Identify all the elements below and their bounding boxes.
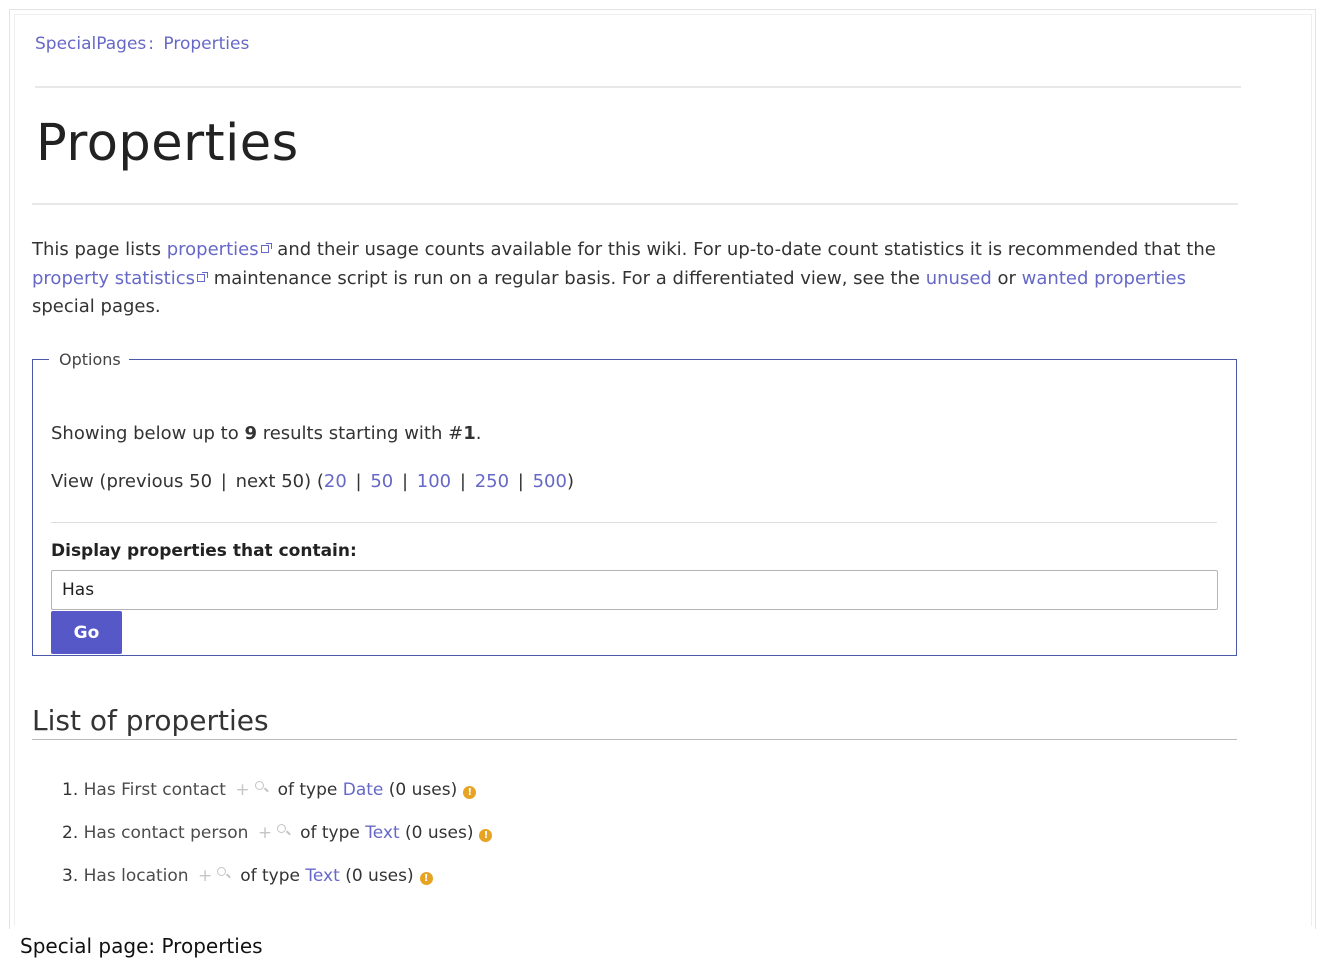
item-index: 1. [62, 780, 79, 800]
intro-text-part: special pages. [32, 296, 161, 317]
divider [32, 739, 1237, 740]
type-link[interactable]: Text [365, 823, 399, 843]
options-fieldset: Options Showing below up to 9 results st… [32, 350, 1237, 656]
add-icon[interactable]: + [198, 866, 212, 886]
warning-icon: ! [463, 786, 477, 799]
breadcrumb-specialpages-link[interactable]: SpecialPages [35, 34, 146, 54]
result-start: 1 [463, 423, 476, 444]
options-legend: Options [59, 350, 121, 369]
limit-link-100[interactable]: 100 [417, 471, 451, 492]
breadcrumb: SpecialPages: Properties [35, 34, 249, 54]
add-icon[interactable]: + [258, 823, 272, 843]
filter-label: Display properties that contain: [51, 541, 357, 561]
next-label: next 50) ( [235, 471, 324, 492]
results-summary: Showing below up to 9 results starting w… [51, 423, 481, 444]
warning-icon: ! [479, 829, 493, 842]
separator: | [355, 471, 362, 492]
filter-input[interactable] [51, 570, 1218, 610]
divider [35, 86, 1241, 88]
external-link-icon [260, 243, 272, 254]
warning-icon: ! [419, 872, 433, 885]
list-section-title: List of properties [32, 704, 269, 737]
limit-link-20[interactable]: 20 [324, 471, 347, 492]
separator: | [517, 471, 524, 492]
intro-text: This page lists properties and their usa… [32, 236, 1242, 322]
separator: | [220, 471, 227, 492]
summary-text: Showing below up to [51, 423, 245, 444]
of-type-label: of type [277, 780, 338, 800]
type-link[interactable]: Text [305, 866, 339, 886]
limit-link-250[interactable]: 250 [475, 471, 509, 492]
list-item: 2. Has contact person + of type Text (0 u… [62, 823, 493, 866]
properties-link[interactable]: properties [167, 239, 259, 260]
usage-count: (0 uses) [345, 866, 414, 886]
usage-count: (0 uses) [388, 780, 458, 800]
breadcrumb-separator: : [148, 34, 154, 54]
pagination-line: View (previous 50 | next 50) (20 | 50 | … [51, 471, 574, 492]
unused-properties-link[interactable]: unused [926, 268, 992, 289]
item-index: 2. [62, 823, 79, 843]
usage-count: (0 uses) [405, 823, 474, 843]
summary-text: results starting with # [256, 423, 464, 444]
type-link[interactable]: Date [343, 780, 384, 800]
add-icon[interactable]: + [235, 780, 249, 800]
result-count: 9 [244, 423, 257, 444]
property-link[interactable]: Has First contact [84, 780, 226, 800]
separator: | [459, 471, 466, 492]
property-link[interactable]: Has location [84, 866, 189, 886]
go-button[interactable]: Go [51, 611, 122, 654]
item-index: 3. [62, 866, 79, 886]
intro-text-part: maintenance script is run on a regular b… [208, 267, 926, 289]
page-title: Properties [36, 114, 299, 173]
previous-label: View (previous 50 [51, 471, 213, 492]
of-type-label: of type [300, 823, 360, 843]
of-type-label: of type [240, 866, 300, 886]
property-list: 1. Has First contact + of type Date (0 us… [62, 780, 493, 909]
divider [51, 522, 1217, 523]
list-item: 3. Has location + of type Text (0 uses)! [62, 866, 492, 909]
separator: | [401, 471, 409, 492]
close-paren: ) [566, 471, 574, 492]
list-item: 1. Has First contact + of type Date (0 us… [62, 780, 492, 823]
summary-text: . [475, 423, 482, 444]
limit-link-500[interactable]: 500 [533, 471, 567, 492]
image-caption: Special page: Properties [20, 934, 263, 958]
breadcrumb-properties-link[interactable]: Properties [163, 34, 249, 54]
property-statistics-link[interactable]: property statistics [32, 268, 195, 289]
intro-text-part: and their usage counts available for thi… [271, 239, 1216, 260]
limit-link-50[interactable]: 50 [370, 471, 393, 492]
property-link[interactable]: Has contact person [84, 823, 249, 843]
intro-text-part: This page lists [32, 239, 167, 260]
divider [32, 203, 1238, 205]
search-icon[interactable] [254, 781, 268, 794]
search-icon[interactable] [277, 824, 290, 837]
search-icon[interactable] [217, 867, 230, 880]
external-link-icon [197, 271, 209, 283]
wanted-properties-link[interactable]: wanted properties [1022, 268, 1186, 289]
intro-text-part: or [991, 267, 1022, 289]
